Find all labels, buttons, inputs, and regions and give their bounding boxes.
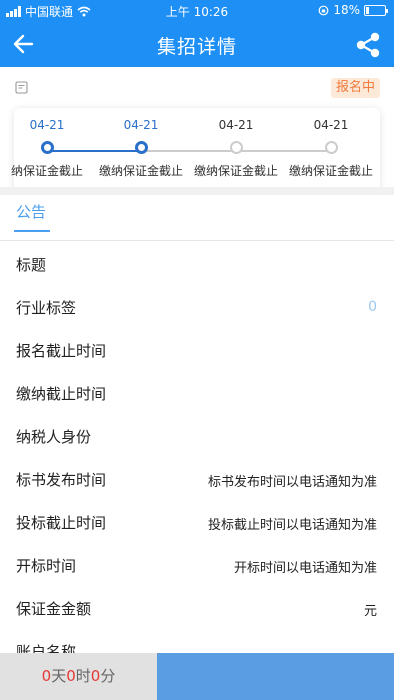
tab-announcement[interactable]: 公告 [16, 201, 46, 222]
nav-bar: 集招详情 [0, 22, 394, 67]
detail-list: 标题 行业标签 0 报名截止时间 缴纳截止时间 纳税人身份 标书发布时间 标书发… [0, 242, 394, 672]
step-label: 纳保证金截止 [10, 164, 83, 178]
row-label: 标题 [16, 256, 47, 274]
row-label: 行业标签 [16, 299, 77, 317]
status-right: 18% [318, 3, 388, 17]
countdown-minutes-unit: 分 [100, 667, 116, 685]
step-date: 04-21 [218, 118, 254, 132]
countdown-hours: 0 [66, 667, 76, 685]
tab-underline [14, 230, 50, 232]
detail-row-bid-deadline: 投标截止时间 投标截止时间以电话通知为准 [0, 500, 394, 543]
timeline-step: 04-21 缴纳保证金截止 [190, 108, 282, 179]
detail-row-industry-tag: 行业标签 0 [0, 285, 394, 328]
step-dot [229, 141, 243, 154]
detail-row-taxpayer-identity: 纳税人身份 [0, 414, 394, 457]
row-value: 开标时间以电话通知为准 [233, 561, 377, 576]
row-label: 缴纳截止时间 [16, 385, 107, 403]
row-label: 保证金金额 [16, 600, 92, 618]
detail-row-payment-deadline: 缴纳截止时间 [0, 371, 394, 414]
step-dot [324, 141, 338, 154]
section-divider [0, 187, 394, 195]
bottom-bar: 0天0时0分 [0, 653, 394, 700]
countdown-days: 0 [41, 667, 52, 685]
status-badge: 报名中 [330, 78, 380, 98]
row-value: 元 [363, 604, 377, 619]
step-date: 04-21 [29, 118, 65, 132]
page-title: 集招详情 [156, 36, 237, 58]
countdown-days-unit: 天 [51, 667, 67, 685]
countdown-timer: 0天0时0分 [0, 653, 157, 700]
orientation-lock-icon [318, 5, 329, 15]
detail-row-tender-release-time: 标书发布时间 标书发布时间以电话通知为准 [0, 457, 394, 500]
timeline-step: 04-21 纳保证金截止 [1, 108, 93, 179]
detail-row-deposit-amount: 保证金金额 元 [0, 586, 394, 629]
share-button[interactable] [354, 31, 382, 59]
primary-action-button[interactable] [157, 653, 394, 700]
row-label: 纳税人身份 [16, 428, 92, 446]
step-date: 04-21 [123, 118, 159, 132]
row-value: 投标截止时间以电话通知为准 [207, 518, 377, 533]
row-label: 投标截止时间 [16, 514, 107, 532]
row-value: 0 [368, 299, 377, 315]
step-label: 缴纳保证金截止 [288, 164, 373, 178]
battery-percent: 18% [333, 3, 360, 17]
row-label: 报名截止时间 [16, 342, 107, 360]
detail-row-title: 标题 [0, 242, 394, 285]
detail-row-bid-opening-time: 开标时间 开标时间以电话通知为准 [0, 543, 394, 586]
timeline-step: 04-21 缴纳保证金截止 [285, 108, 377, 179]
step-dot [134, 141, 148, 154]
countdown-minutes: 0 [90, 667, 101, 685]
step-dot [40, 141, 54, 154]
detail-row-signup-deadline: 报名截止时间 [0, 328, 394, 371]
row-label: 标书发布时间 [16, 471, 107, 489]
tab-bar: 公告 [0, 195, 394, 241]
step-date: 04-21 [313, 118, 349, 132]
battery-level [366, 6, 370, 14]
row-value: 标书发布时间以电话通知为准 [207, 475, 377, 490]
document-icon [15, 81, 28, 94]
share-icon [356, 32, 380, 58]
step-label: 缴纳保证金截止 [193, 164, 278, 178]
row-label: 开标时间 [16, 557, 77, 575]
timeline-step: 04-21 缴纳保证金截止 [95, 108, 187, 179]
countdown-hours-unit: 时 [75, 667, 91, 685]
step-label: 缴纳保证金截止 [98, 164, 183, 178]
status-bar: 中国联通 上午 10:26 18% [0, 0, 394, 22]
battery-icon [364, 4, 388, 16]
progress-timeline: 04-21 纳保证金截止 04-21 缴纳保证金截止 04-21 缴纳保证金截止… [11, 108, 380, 192]
